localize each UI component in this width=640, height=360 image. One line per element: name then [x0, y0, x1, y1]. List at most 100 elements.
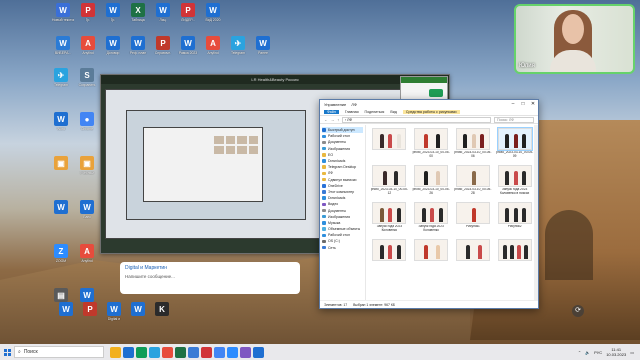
desktop-icon[interactable]: W [127, 302, 149, 317]
desktop-icon[interactable]: WНовый текстовый [52, 3, 74, 22]
taskbar-search[interactable]: ⌕ Поиск [14, 346, 104, 358]
address-bar[interactable]: › ЛФ [341, 116, 491, 123]
ribbon-tab-share[interactable]: Поделиться [365, 110, 385, 114]
desktop-icon[interactable]: P [79, 302, 101, 317]
desktop-icon[interactable]: W Word [50, 112, 72, 131]
taskbar-app-icon[interactable] [188, 346, 199, 358]
desktop-icon[interactable]: S Сохранить [76, 68, 98, 87]
volume-icon[interactable]: 🔈 [585, 350, 590, 355]
folder-icon [322, 165, 326, 169]
file-tile[interactable]: photo_2023-03-10_00-05-28 [454, 165, 493, 199]
desktop-icon[interactable]: P ЛИДЕР... [177, 3, 199, 22]
up-arrow-icon[interactable]: ↑ [337, 118, 339, 122]
taskbar-app-icon[interactable] [162, 346, 173, 358]
search-input[interactable]: Поиск: ЛФ [494, 116, 534, 123]
message-input[interactable]: Напишите сообщение... [125, 274, 295, 279]
desktop-icon[interactable]: ▤ [50, 288, 72, 303]
webcam-overlay: Юлия [514, 4, 635, 74]
file-tile[interactable] [370, 128, 409, 162]
desktop-icon[interactable]: W Рамка 2023 [177, 36, 199, 55]
file-tile[interactable]: Рисунок1 [454, 202, 493, 236]
file-explorer-window[interactable]: Управление ЛФ – □ ✕ Файл Главная Поделит… [319, 99, 539, 309]
windows-icon [3, 348, 11, 356]
ribbon-tab-picture-tools[interactable]: Средства работы с рисунками [402, 109, 460, 114]
desktop-icon[interactable]: ✈ Telegram [50, 68, 72, 87]
desktop-icon[interactable]: P Гр. [77, 3, 99, 22]
taskbar-app-icon[interactable] [227, 346, 238, 358]
taskbar-app-icon[interactable] [175, 346, 186, 358]
title-tab-manage[interactable]: Управление [324, 102, 346, 107]
word-icon: W [54, 112, 68, 126]
desktop-icon[interactable]: ✈ Telegram [227, 36, 249, 55]
desktop-icon[interactable]: ▣ Учебный [76, 156, 98, 175]
desktop-icon[interactable]: A Anyfind [77, 36, 99, 55]
file-tile[interactable]: photo_2023-03-10_00-05-12 [370, 165, 409, 199]
file-tile[interactable] [412, 239, 451, 273]
file-tile[interactable] [370, 239, 409, 273]
file-name: Рисунок1 [465, 225, 480, 228]
file-tile[interactable]: Запуск года 2023 Коловенко [370, 202, 409, 236]
clock[interactable]: 11:41 10.03.2023 [606, 347, 626, 357]
desktop-icon[interactable]: ▣ [50, 156, 72, 171]
desktop-icon[interactable]: W Договор [102, 36, 124, 55]
desktop-icon[interactable]: W Реф. план [127, 36, 149, 55]
ribbon-tab-file[interactable]: Файл [324, 109, 339, 114]
desktop-icon[interactable]: K [151, 302, 173, 317]
desktop-icon[interactable]: W Гр. [102, 3, 124, 22]
chevron-up-icon[interactable]: ⌃ [578, 350, 581, 355]
desktop-icon[interactable]: W [55, 302, 77, 317]
scrollbar[interactable] [534, 125, 538, 300]
nav-item-label: Рабочий стол [328, 134, 350, 139]
file-tile[interactable] [454, 239, 493, 273]
nav-item[interactable]: Сеть [322, 245, 363, 251]
taskbar-app-icon[interactable] [253, 346, 264, 358]
taskbar-app-icon[interactable] [149, 346, 160, 358]
nav-item-label: OS (C:) [328, 239, 340, 244]
file-tile[interactable]: photo_2023-03-10_00-05-09 [495, 127, 534, 162]
desktop-icon[interactable]: W Банк [76, 200, 98, 219]
desktop-icon[interactable]: W ВиД 2020 [202, 3, 224, 22]
desktop-icon[interactable]: P Справочн. [152, 36, 174, 55]
file-tile[interactable]: photo_2023-03-10_00-05-00 [412, 128, 451, 162]
clock-date: 10.03.2023 [606, 352, 627, 357]
image-thumbnail [497, 165, 532, 187]
start-button[interactable] [0, 344, 14, 360]
desktop-icon[interactable]: X Таблица [127, 3, 149, 22]
file-tile[interactable]: Рисунок2 [495, 202, 534, 236]
ribbon-tab-home[interactable]: Главная [345, 110, 359, 114]
desktop-icon[interactable]: W Ранее [252, 36, 274, 55]
desktop-icon[interactable]: Z ZOOM [50, 244, 72, 263]
file-tile[interactable] [495, 239, 534, 273]
nav-item-label: Downloads [328, 196, 346, 201]
file-tile[interactable]: Запуск года 2023 Коловенко [412, 202, 451, 236]
desktop-icon[interactable]: W Digital и [103, 302, 125, 321]
folder-icon [322, 190, 326, 194]
taskbar-app-icon[interactable] [110, 346, 121, 358]
desktop-icon[interactable]: W Лиц. [152, 3, 174, 22]
file-tile[interactable]: photo_2023-03-10_00-05-06 [454, 128, 493, 162]
taskbar-app-icon[interactable] [214, 346, 225, 358]
forward-arrow-icon[interactable]: → [331, 118, 335, 122]
desktop-icon[interactable]: W ВИБЕРА... [52, 36, 74, 55]
desktop-icon[interactable]: ● Chrome [76, 112, 98, 131]
taskbar-app-icon[interactable] [240, 346, 251, 358]
language-indicator[interactable]: РУС [594, 350, 602, 355]
taskbar-app-icon[interactable] [136, 346, 147, 358]
desktop-icon-label: Anyfind [81, 259, 93, 263]
desktop-icon[interactable]: W [50, 200, 72, 215]
close-button[interactable]: ✕ [528, 101, 538, 107]
message-preview[interactable]: Digital и Маркетин Напишите сообщение... [120, 262, 300, 294]
desktop-icon[interactable]: A Anyfind [202, 36, 224, 55]
desktop-icon[interactable]: A Anyfind [76, 244, 98, 263]
file-tile[interactable]: photo_2023-03-10_00-05-26 [412, 165, 451, 199]
back-arrow-icon[interactable]: ← [324, 118, 328, 122]
taskbar-app-icon[interactable] [123, 346, 134, 358]
minimize-button[interactable]: – [508, 101, 518, 107]
refresh-icon[interactable]: ⟳ [572, 305, 584, 317]
taskbar-app-icon[interactable] [201, 346, 212, 358]
notifications-icon[interactable]: ▭ [630, 350, 634, 355]
phone-icon[interactable] [429, 89, 443, 97]
ribbon-tab-view[interactable]: Вид [390, 110, 397, 114]
file-tile[interactable]: Запуск года 2023 Коловенко в поясах [495, 165, 534, 199]
maximize-button[interactable]: □ [518, 101, 528, 107]
